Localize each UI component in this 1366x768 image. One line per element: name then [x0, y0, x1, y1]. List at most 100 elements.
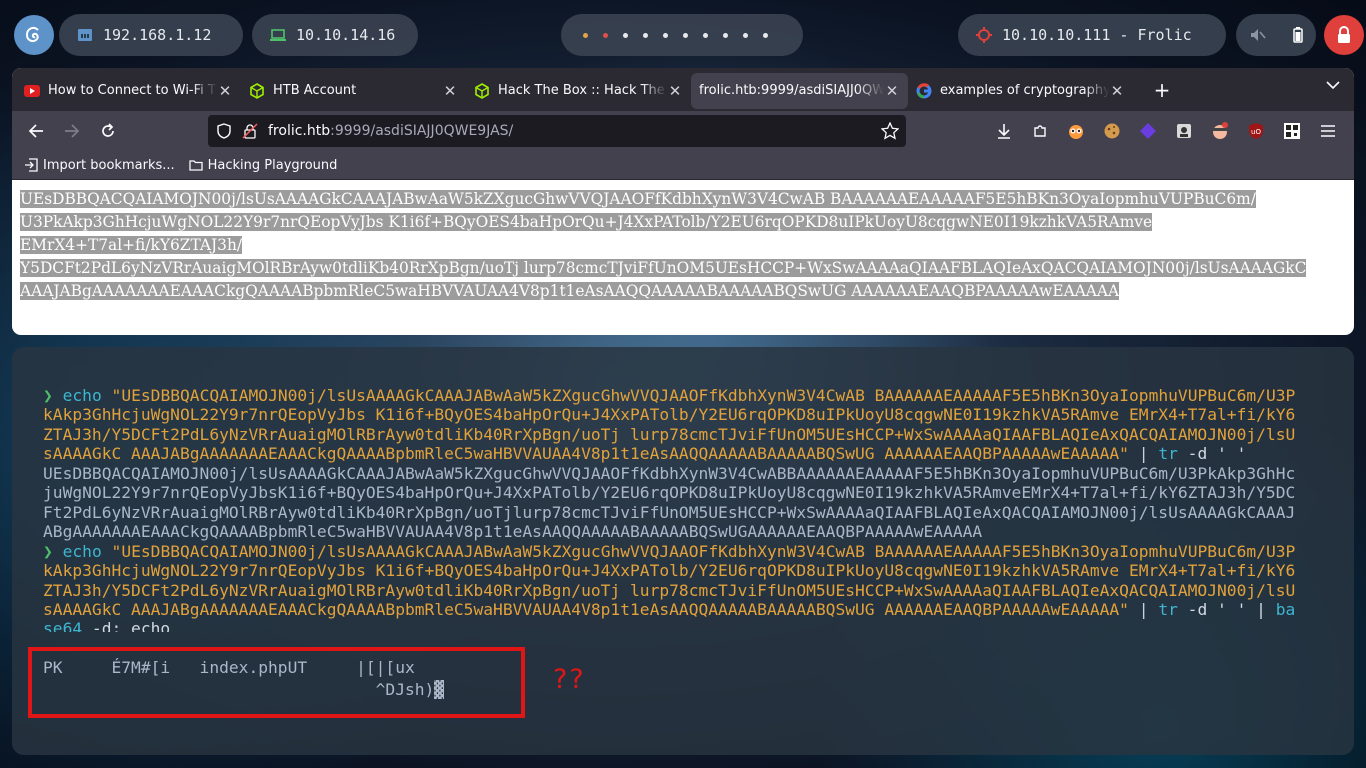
extension-wappalyzer[interactable] — [1136, 119, 1160, 143]
tab-youtube[interactable]: How to Connect to Wi-Fi Th ✕ — [16, 73, 241, 109]
browser-window: How to Connect to Wi-Fi Th ✕ HTB Account… — [12, 68, 1354, 335]
folder-icon — [188, 160, 203, 171]
annotation-question-marks: ?? — [553, 664, 586, 695]
terminal-command-line: sAAAAGkC AAAJABgAAAAAAAEAAACkgQAAAABpbmR… — [43, 600, 1296, 619]
workspace-switcher[interactable] — [561, 14, 803, 56]
terminal-command-line: kAkp3GhHcjuWgNOL22Y9r7nrQEopVyJbs K1i6f+… — [43, 405, 1296, 424]
page-text-line: Y5DCFt2PdL6yNzVRrAuaigMOlRBrAyw0tdliKb40… — [20, 259, 1307, 277]
navigation-toolbar: frolic.htb:9999/asdiSIAJJ0QWE9JAS/ uO — [12, 111, 1354, 151]
new-tab-button[interactable]: + — [1147, 78, 1177, 102]
extension-foxyproxy[interactable] — [1064, 119, 1088, 143]
extension-cookie-editor[interactable] — [1100, 119, 1124, 143]
tab-title: HTB Account — [273, 83, 357, 98]
insecure-lock-icon[interactable] — [242, 123, 258, 139]
back-arrow-icon — [28, 124, 43, 138]
lock-screen-button[interactable] — [1324, 15, 1364, 55]
hacktools-icon — [1213, 122, 1228, 139]
target-text: 10.10.10.111 - Frolic — [1002, 26, 1192, 44]
close-tab-icon[interactable]: ✕ — [217, 82, 233, 100]
tab-hackthebox[interactable]: Hack The Box :: Hack The B ✕ — [466, 73, 691, 109]
terminal-command-line: ❯ echo "UEsDBBQACQAIAMOJN00j/lsUsAAAAGkC… — [43, 542, 1295, 561]
close-tab-icon[interactable]: ✕ — [1109, 82, 1125, 100]
extension-user-agent[interactable] — [1172, 119, 1196, 143]
reload-button[interactable] — [90, 116, 126, 146]
vpn-ip-widget[interactable]: 10.10.14.16 — [252, 14, 418, 56]
tab-strip: How to Connect to Wi-Fi Th ✕ HTB Account… — [12, 68, 1354, 111]
workspace-dot[interactable] — [643, 32, 648, 38]
tab-frolic[interactable]: frolic.htb:9999/asdiSIAJJ0QWE ✕ — [691, 72, 908, 109]
terminal-command-line: sAAAAGkC AAAJABgAAAAAAAEAAACkgQAAAABpbmR… — [43, 444, 1247, 463]
url-text: frolic.htb:9999/asdiSIAJJ0QWE9JAS/ — [268, 123, 513, 139]
tab-title: Hack The Box :: Hack The B — [498, 83, 667, 98]
extensions-toolbar: uO — [992, 111, 1340, 151]
list-all-tabs-icon[interactable] — [1326, 80, 1340, 90]
downloads-button[interactable] — [992, 119, 1016, 143]
wappalyzer-icon — [1140, 123, 1156, 139]
import-icon — [25, 158, 38, 172]
extension-hacktools[interactable] — [1208, 119, 1232, 143]
url-path: :9999/asdiSIAJJ0QWE9JAS/ — [330, 123, 514, 139]
extension-qr-code[interactable] — [1280, 119, 1304, 143]
target-widget[interactable]: 10.10.10.111 - Frolic — [958, 14, 1226, 56]
battery-icon[interactable] — [1292, 27, 1303, 43]
svg-text:uO: uO — [1251, 128, 1261, 136]
extensions-button[interactable] — [1028, 119, 1052, 143]
close-tab-icon[interactable]: ✕ — [667, 82, 683, 100]
user-agent-icon — [1177, 124, 1191, 138]
system-tray[interactable] — [1236, 14, 1316, 56]
address-bar[interactable]: frolic.htb:9999/asdiSIAJJ0QWE9JAS/ — [208, 115, 906, 147]
command-argument: "UEsDBBQACQAIAMOJN00j/lsUsAAAAGkCAAAJABw… — [111, 386, 1296, 405]
tab-title: frolic.htb:9999/asdiSIAJJ0QWE — [699, 83, 884, 98]
prompt-symbol: ❯ — [43, 386, 53, 405]
bookmark-import[interactable]: Import bookmarks... — [24, 158, 175, 173]
tab-google-search[interactable]: examples of cryptography ✕ — [908, 73, 1133, 109]
back-button[interactable] — [18, 116, 54, 146]
command-name: echo — [62, 386, 102, 405]
qr-code-icon — [1284, 123, 1300, 139]
workspace-dot[interactable] — [723, 32, 728, 38]
download-icon — [998, 124, 1010, 139]
workspace-dot[interactable] — [703, 32, 708, 38]
bookmark-folder-hacking-playground[interactable]: Hacking Playground — [188, 158, 337, 173]
command-name: echo — [62, 542, 102, 561]
command-name: tr — [1158, 444, 1178, 463]
forward-arrow-icon — [65, 124, 80, 138]
workspace-dot[interactable] — [763, 32, 768, 38]
terminal-command-line: ZTAJ3h/Y5DCFt2PdL6yNzVRrAuaigMOlRBrAyw0t… — [43, 425, 1296, 444]
volume-muted-icon[interactable] — [1250, 28, 1266, 42]
app-launcher-button[interactable] — [14, 15, 54, 55]
workspace-dot[interactable] — [603, 32, 608, 38]
workspace-dot[interactable] — [583, 32, 588, 38]
youtube-icon — [24, 83, 40, 99]
workspace-dot[interactable] — [683, 32, 688, 38]
page-text-line: U3PkAkp3GhHcjuWgNOL22Y9r7nrQEopVyJbs K1i… — [20, 213, 1153, 254]
app-menu-button[interactable] — [1316, 119, 1340, 143]
bookmarks-toolbar: Import bookmarks... Hacking Playground — [12, 151, 1354, 180]
bookmark-star-icon[interactable] — [881, 122, 899, 140]
workspace-dot[interactable] — [743, 32, 748, 38]
terminal-command-line: kAkp3GhHcjuWgNOL22Y9r7nrQEopVyJbs K1i6f+… — [43, 561, 1296, 580]
close-tab-icon[interactable]: ✕ — [442, 82, 458, 100]
local-ip-widget[interactable]: 192.168.1.12 — [59, 14, 243, 56]
terminal-output-line: Ft2PdL6yNzVRrAuaigMOlRBrAyw0tdliKb40RrXp… — [43, 503, 1296, 522]
extension-ublock[interactable]: uO — [1244, 119, 1268, 143]
target-crosshair-icon — [976, 27, 992, 43]
workspace-dot[interactable] — [623, 32, 628, 38]
cookie-icon — [1104, 123, 1120, 139]
tab-htb-account[interactable]: HTB Account ✕ — [241, 73, 466, 109]
command-name: tr — [1158, 600, 1178, 619]
ublock-origin-icon: uO — [1249, 123, 1263, 139]
close-tab-icon[interactable]: ✕ — [884, 82, 900, 100]
terminal-command-line: se64 -d; echo — [43, 619, 171, 632]
forward-button[interactable] — [54, 116, 90, 146]
htb-cube-icon — [474, 82, 490, 99]
tracking-protection-shield-icon[interactable] — [216, 123, 232, 139]
ethernet-icon — [78, 29, 92, 41]
workspace-dot[interactable] — [663, 32, 668, 38]
url-host: frolic.htb — [268, 123, 331, 139]
local-ip-text: 192.168.1.12 — [103, 26, 212, 44]
terminal-output-line: UEsDBBQACQAIAMOJN00j/lsUsAAAAGkCAAAJABwA… — [43, 464, 1296, 483]
debian-swirl-icon — [25, 26, 39, 43]
terminal-output-line: juWgNOL22Y9r7nrQEopVyJbsK1i6f+BQyOES4baH… — [43, 483, 1296, 502]
vpn-ip-text: 10.10.14.16 — [296, 26, 396, 44]
